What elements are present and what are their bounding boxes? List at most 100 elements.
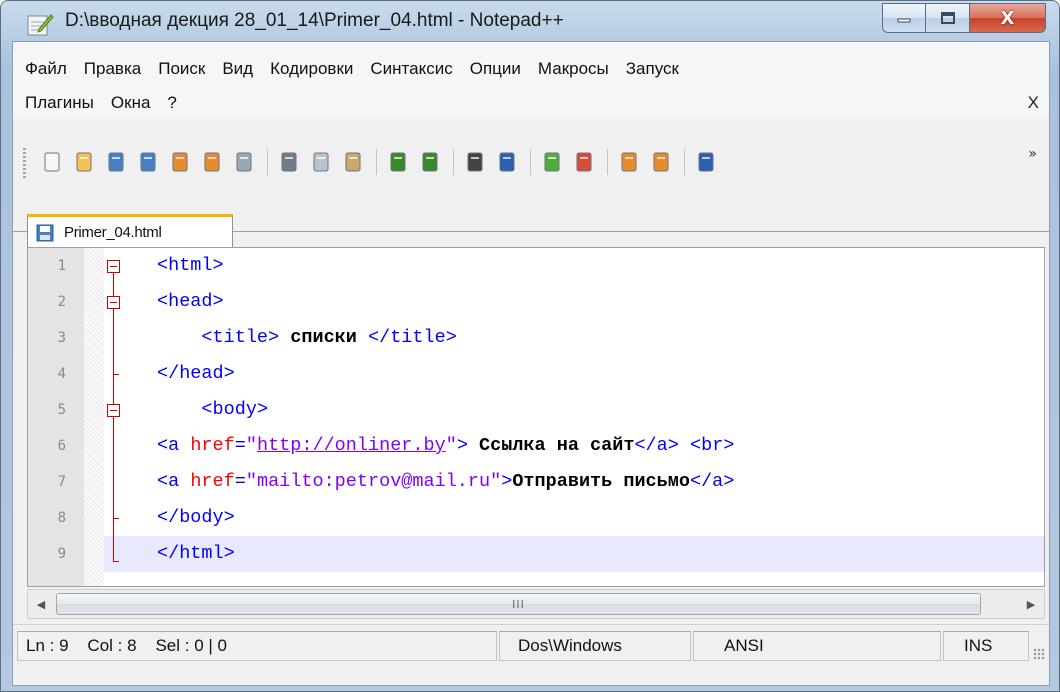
arrow-left-icon: ◀ <box>36 597 46 611</box>
fold-toggle-icon[interactable] <box>107 260 120 273</box>
cut-button[interactable] <box>276 148 304 176</box>
toolbar-grip-icon[interactable] <box>23 148 26 178</box>
zoom-out-button[interactable] <box>571 148 599 176</box>
code-editor[interactable]: 1 2 3 4 5 6 7 8 9 <html> <head> <title> … <box>27 247 1045 587</box>
sync-vertical-icon <box>621 152 637 172</box>
close-window-button[interactable]: X <box>970 3 1046 33</box>
menu-row-2: Плагины Окна ? <box>25 93 194 113</box>
zoom-out-icon <box>576 152 592 172</box>
tab-label: Primer_04.html <box>64 224 162 241</box>
toolbar-buttons <box>39 148 725 176</box>
fold-end-marker <box>113 374 119 375</box>
toolbar: » <box>13 142 1049 182</box>
thumb-grip-icon: III <box>512 597 525 611</box>
zoom-in-button[interactable] <box>539 148 567 176</box>
status-encoding-text: ANSI <box>724 636 764 655</box>
menu-view[interactable]: Вид <box>222 59 253 79</box>
close-icon: X <box>1000 7 1015 29</box>
zoom-in-icon <box>544 152 560 172</box>
close-document-button[interactable]: X <box>1028 93 1039 113</box>
print-icon <box>236 152 252 172</box>
redo-button[interactable] <box>417 148 445 176</box>
new-file-button[interactable] <box>39 148 67 176</box>
paste-icon <box>345 152 361 172</box>
status-position-text: Ln : 9 Col : 8 Sel : 0 | 0 <box>26 636 227 655</box>
menu-plugins[interactable]: Плагины <box>25 93 94 113</box>
menu-edit[interactable]: Правка <box>84 59 141 79</box>
line-number: 5 <box>57 402 66 418</box>
title-bar[interactable]: D:\вводная декция 28_01_14\Primer_04.htm… <box>1 1 1059 41</box>
word-wrap-icon <box>698 152 714 172</box>
menu-help[interactable]: ? <box>167 93 176 113</box>
arrow-right-icon: ▶ <box>1026 597 1036 611</box>
toolbar-overflow-button[interactable]: » <box>1028 146 1037 162</box>
replace-button[interactable] <box>494 148 522 176</box>
line-number: 8 <box>57 510 66 526</box>
undo-button[interactable] <box>385 148 413 176</box>
close-all-button[interactable] <box>199 148 227 176</box>
line-number: 2 <box>57 294 66 310</box>
scroll-left-button[interactable]: ◀ <box>28 590 54 618</box>
code-line: </html> <box>157 543 235 564</box>
paste-button[interactable] <box>340 148 368 176</box>
code-line: <title> списки </title> <box>201 327 457 348</box>
undo-icon <box>390 152 406 172</box>
find-button[interactable] <box>462 148 490 176</box>
code-line: <html> <box>157 255 224 276</box>
status-position: Ln : 9 Col : 8 Sel : 0 | 0 <box>17 631 497 661</box>
menu-file[interactable]: Файл <box>25 59 67 79</box>
print-button[interactable] <box>231 148 259 176</box>
code-line: <body> <box>201 399 269 420</box>
menu-search[interactable]: Поиск <box>158 59 205 79</box>
save-all-icon <box>140 152 156 172</box>
line-number: 7 <box>57 474 66 490</box>
fold-toggle-icon[interactable] <box>107 296 120 309</box>
toolbar-separator <box>530 149 531 175</box>
status-insert-mode: INS <box>943 631 1029 661</box>
copy-icon <box>313 152 329 172</box>
toolbar-separator <box>607 149 608 175</box>
line-number: 1 <box>57 258 66 274</box>
code-line: </head> <box>157 363 235 384</box>
fold-end-marker <box>113 561 119 562</box>
menu-run[interactable]: Запуск <box>626 59 679 79</box>
save-icon <box>108 152 124 172</box>
toolbar-separator <box>684 149 685 175</box>
save-all-button[interactable] <box>135 148 163 176</box>
scroll-right-button[interactable]: ▶ <box>1018 590 1044 618</box>
menu-encoding[interactable]: Кодировки <box>270 59 353 79</box>
code-line: <a href="http://onliner.by"> Ссылка на с… <box>157 435 735 456</box>
resize-grip-icon[interactable] <box>1033 648 1045 660</box>
tab-primer-04[interactable]: Primer_04.html <box>27 214 233 248</box>
scrollbar-thumb[interactable]: III <box>56 593 981 615</box>
copy-button[interactable] <box>308 148 336 176</box>
cut-icon <box>281 152 297 172</box>
maximize-button[interactable] <box>926 3 970 33</box>
fold-toggle-icon[interactable] <box>107 404 120 417</box>
close-all-icon <box>204 152 220 172</box>
status-eol-text: Dos\Windows <box>518 636 622 655</box>
sync-horizontal-button[interactable] <box>648 148 676 176</box>
sync-vertical-button[interactable] <box>616 148 644 176</box>
save-button[interactable] <box>103 148 131 176</box>
new-file-icon <box>44 152 60 172</box>
fold-end-marker <box>113 518 119 519</box>
horizontal-scrollbar[interactable]: ◀ III ▶ <box>27 589 1045 619</box>
menu-window[interactable]: Окна <box>111 93 151 113</box>
word-wrap-button[interactable] <box>693 148 721 176</box>
line-number: 9 <box>57 546 66 562</box>
menu-row-1: Файл Правка Поиск Вид Кодировки Синтакси… <box>25 59 696 79</box>
notepad-app-icon <box>27 14 54 36</box>
menu-macro[interactable]: Макросы <box>538 59 609 79</box>
menu-language[interactable]: Синтаксис <box>370 59 452 79</box>
find-icon <box>467 152 483 172</box>
close-button[interactable] <box>167 148 195 176</box>
sync-horizontal-icon <box>653 152 669 172</box>
status-mode-text: INS <box>964 636 993 655</box>
status-bar: Ln : 9 Col : 8 Sel : 0 | 0 Dos\Windows A… <box>13 624 1049 664</box>
status-encoding: ANSI <box>693 631 941 661</box>
open-file-button[interactable] <box>71 148 99 176</box>
open-file-icon <box>76 152 92 172</box>
menu-settings[interactable]: Опции <box>470 59 521 79</box>
minimize-button[interactable] <box>882 3 926 33</box>
